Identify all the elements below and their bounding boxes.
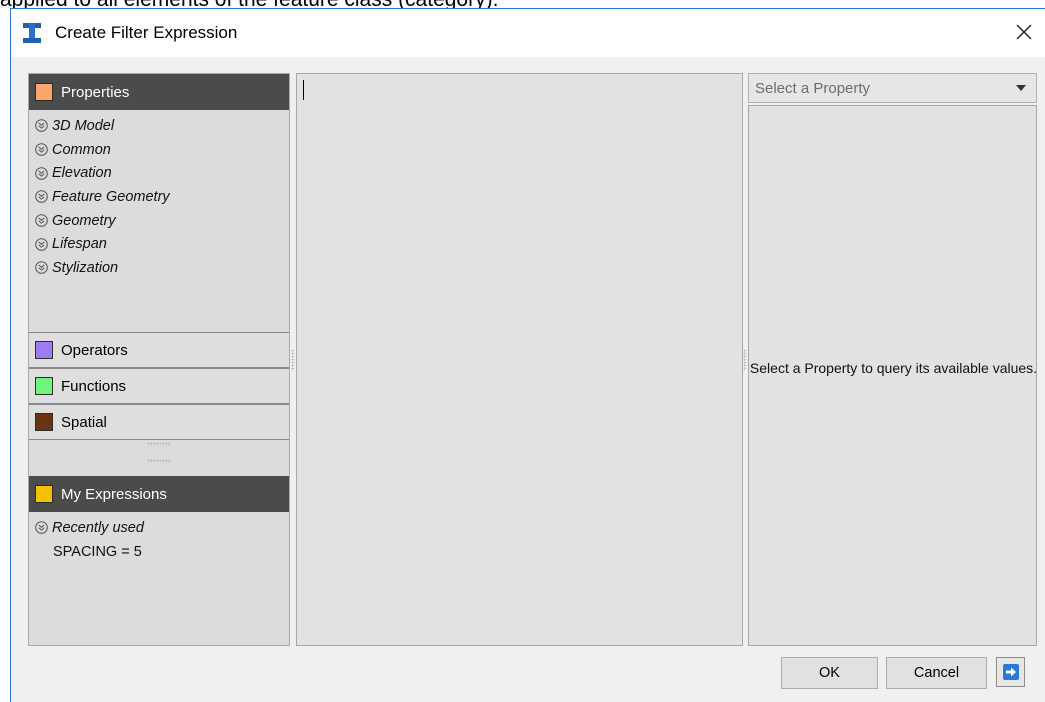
property-select-placeholder: Select a Property — [755, 79, 871, 97]
property-category-geometry[interactable]: Geometry — [29, 209, 289, 233]
property-category-elevation[interactable]: Elevation — [29, 161, 289, 185]
functions-header[interactable]: Functions — [29, 368, 289, 404]
property-category-stylization[interactable]: Stylization — [29, 256, 289, 280]
expand-double-chevron-icon — [35, 190, 48, 204]
create-filter-expression-dialog: Create Filter Expression Properties 3D M… — [10, 8, 1045, 702]
my-expressions-list: Recently used SPACING = 5 — [29, 516, 289, 564]
expand-double-chevron-icon — [35, 119, 48, 133]
expand-double-chevron-icon — [35, 214, 48, 227]
property-category-label: Elevation — [52, 165, 112, 182]
my-expressions-header-label: My Expressions — [61, 485, 167, 503]
ok-button[interactable]: OK — [781, 657, 878, 689]
expand-double-chevron-icon — [35, 521, 48, 535]
expand-double-chevron-icon — [35, 166, 48, 180]
my-expressions-color-swatch — [35, 485, 53, 503]
operators-color-swatch — [35, 341, 53, 359]
app-logo-icon — [23, 23, 41, 43]
dropdown-arrow-icon — [1016, 85, 1026, 91]
spatial-color-swatch — [35, 413, 53, 431]
functions-color-swatch — [35, 377, 53, 395]
recently-used-group[interactable]: Recently used — [29, 516, 289, 540]
property-category-label: Feature Geometry — [52, 188, 170, 205]
splitter-grip-left[interactable] — [291, 349, 295, 371]
property-category-label: Lifespan — [52, 236, 107, 253]
expand-double-chevron-icon — [35, 237, 48, 251]
properties-list: 3D Model Common Elevation Feature Geomet… — [29, 114, 289, 280]
property-category-label: Common — [52, 141, 111, 158]
properties-header[interactable]: Properties — [29, 74, 289, 110]
splitter-grip-right[interactable] — [743, 349, 747, 371]
property-category-common[interactable]: Common — [29, 138, 289, 162]
spatial-header-label: Spatial — [61, 413, 107, 431]
operators-header[interactable]: Operators — [29, 332, 289, 368]
property-category-label: Geometry — [52, 212, 116, 229]
functions-header-label: Functions — [61, 377, 127, 395]
expression-editor[interactable] — [296, 73, 743, 646]
operators-header-label: Operators — [61, 341, 128, 359]
recently-used-label: Recently used — [52, 519, 144, 536]
property-category-feature-geometry[interactable]: Feature Geometry — [29, 185, 289, 209]
close-button[interactable] — [1011, 19, 1037, 45]
title-bar: Create Filter Expression — [11, 9, 1045, 57]
left-panel: Properties 3D Model Common Elevation Fea… — [28, 73, 290, 646]
values-placeholder-message: Select a Property to query its available… — [749, 360, 1038, 376]
dialog-title: Create Filter Expression — [55, 23, 238, 42]
property-category-label: 3D Model — [52, 117, 115, 134]
expand-double-chevron-icon — [35, 143, 48, 156]
close-icon — [1016, 24, 1032, 40]
expand-double-chevron-icon — [35, 261, 48, 275]
splitter-grip[interactable] — [147, 459, 171, 463]
arrow-right-icon — [1002, 664, 1019, 680]
property-values-panel: Select a Property to query its available… — [748, 105, 1037, 646]
text-caret — [303, 80, 304, 100]
property-category-lifespan[interactable]: Lifespan — [29, 232, 289, 256]
property-category-label: Stylization — [52, 259, 119, 276]
spatial-header[interactable]: Spatial — [29, 404, 289, 440]
cancel-button[interactable]: Cancel — [886, 657, 987, 689]
properties-header-label: Properties — [61, 83, 130, 101]
my-expressions-header[interactable]: My Expressions — [29, 476, 289, 512]
splitter-grip[interactable] — [147, 442, 171, 446]
apply-button[interactable] — [996, 657, 1025, 687]
saved-expression-item[interactable]: SPACING = 5 — [29, 540, 289, 564]
properties-color-swatch — [35, 83, 53, 101]
property-category-3d-model[interactable]: 3D Model — [29, 114, 289, 138]
property-select-dropdown[interactable]: Select a Property — [748, 73, 1037, 103]
